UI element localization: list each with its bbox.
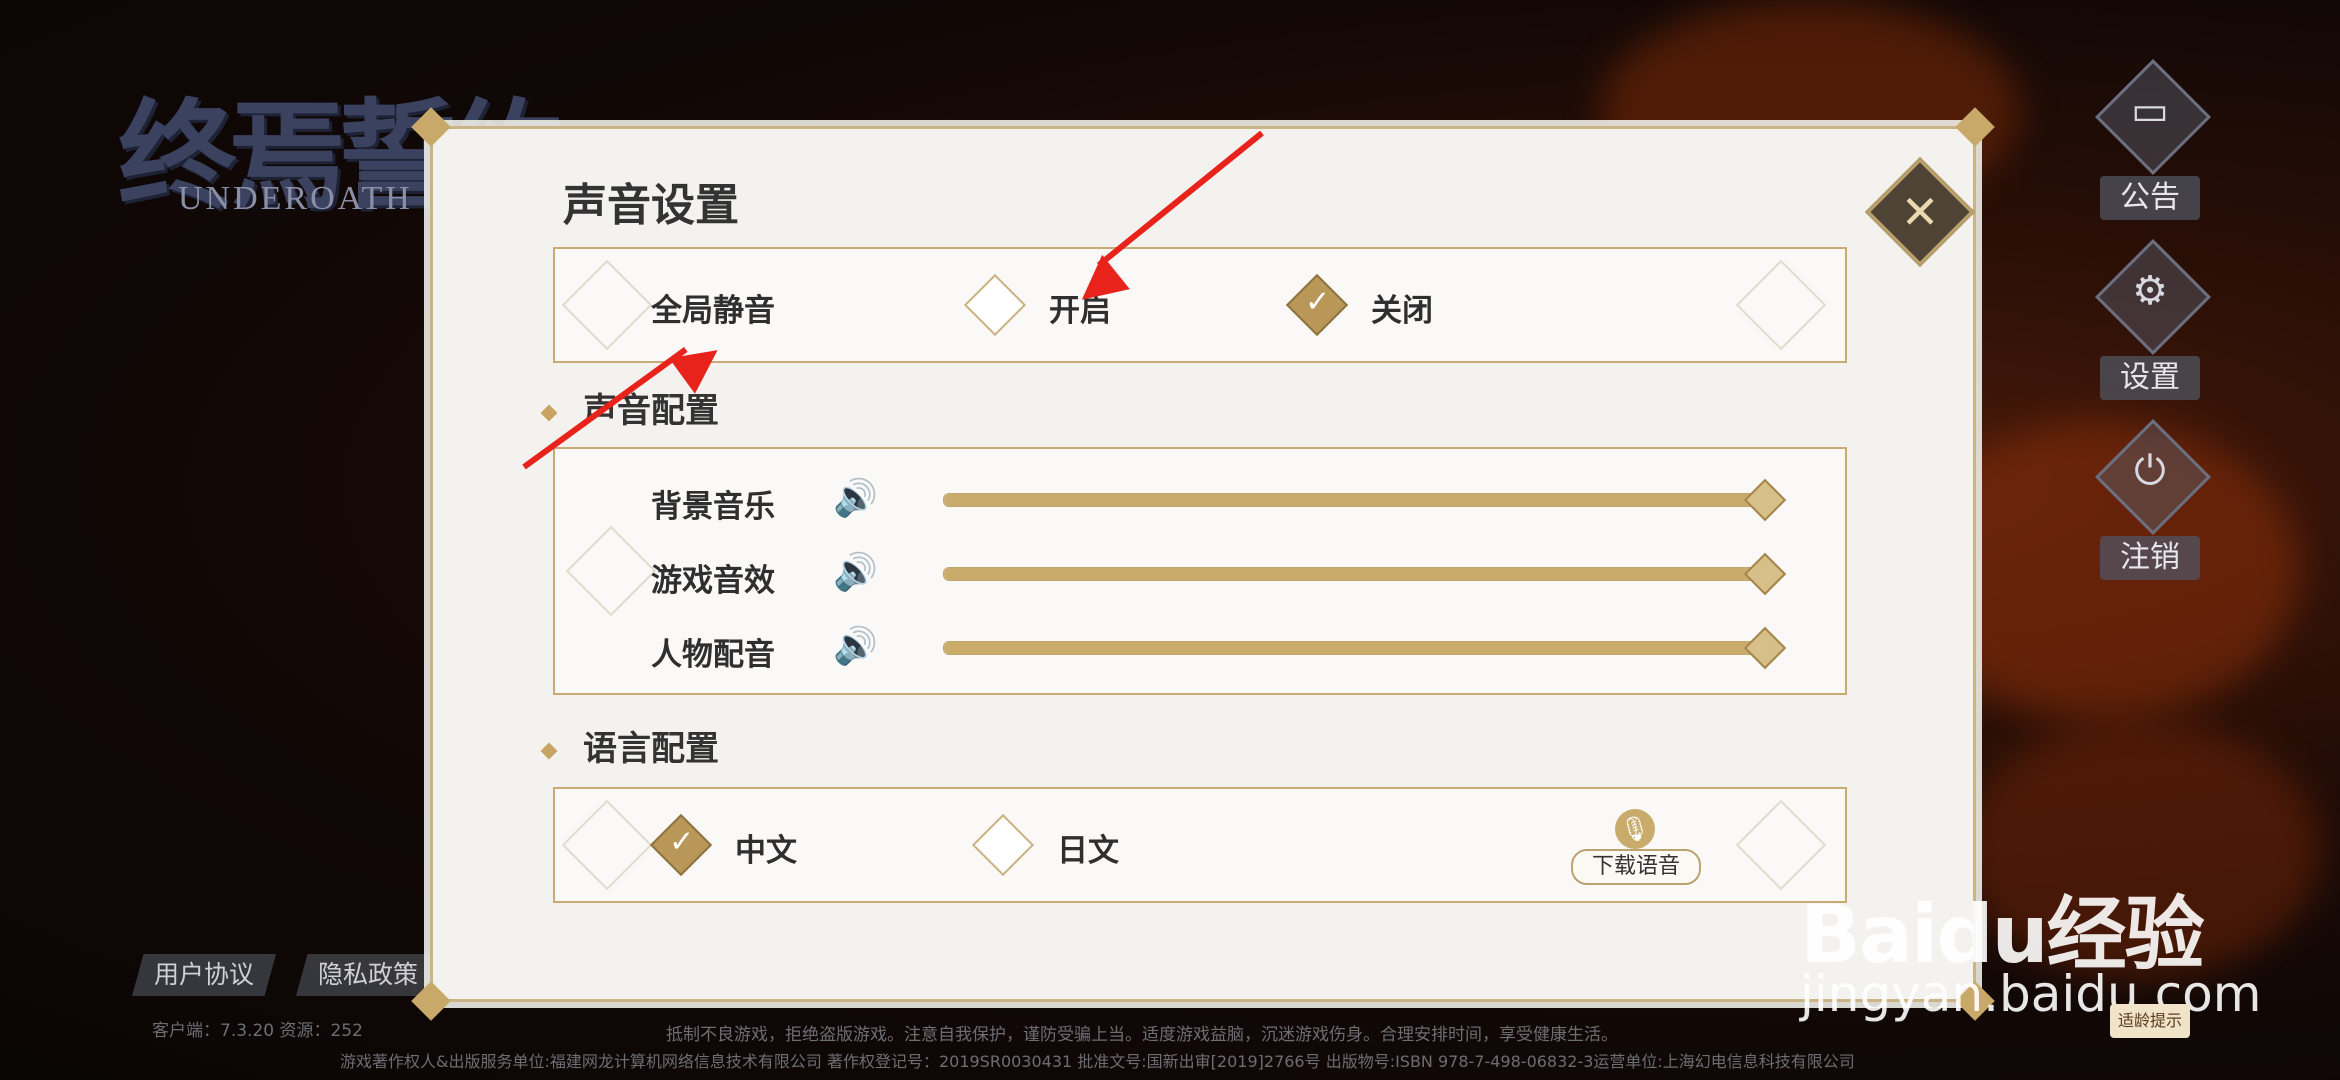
sound-volume-box: 背景音乐 🔊 游戏音效 🔊 人物配音 🔊 [553,447,1847,695]
global-mute-row: 全局静音 开启 关闭 [553,247,1847,363]
bullet-icon [540,404,558,422]
close-icon: ✕ [1900,185,1940,239]
decor-diamond [1735,259,1827,351]
microphone-icon: 🎙 [1615,809,1655,849]
settings-button[interactable]: ⚙ 设置 [2080,239,2220,400]
bullet-icon [540,742,558,760]
bgm-slider-knob[interactable] [1743,478,1787,522]
language-row: 中文 日文 🎙 下载语音 [553,787,1847,903]
logo-title-en: UNDEROATH [178,180,413,217]
chinese-label[interactable]: 中文 [735,825,797,870]
baidu-watermark-url: jingyan.baidu.com [1800,965,2262,1023]
sound-settings-panel: 声音设置 ✕ 全局静音 开启 关闭 声音配置 背景音乐 🔊 游戏音效 🔊 人物配… [411,107,1995,1021]
close-button[interactable]: ✕ [1864,156,1976,268]
download-voice-label: 下载语音 [1571,849,1701,885]
logout-button[interactable]: ⏻ 注销 [2080,419,2220,580]
bgm-slider-fill [944,494,1764,506]
notice-label: 公告 [2100,176,2200,220]
japanese-checkbox[interactable] [971,813,1035,877]
voice-slider-knob[interactable] [1743,626,1787,670]
privacy-policy-button[interactable]: 隐私政策 [296,954,441,996]
client-version: 客户端：7.3.20 资源：252 [152,1021,363,1041]
chinese-checkbox[interactable] [649,813,713,877]
age-rating-badge[interactable]: 适龄提示 [2110,1004,2190,1038]
speaker-icon[interactable]: 🔊 [833,479,878,519]
panel-title: 声音设置 [563,180,739,231]
notice-button[interactable]: ▭ 公告 [2080,59,2220,220]
speaker-icon[interactable]: 🔊 [833,553,878,593]
mute-off-label[interactable]: 关闭 [1371,285,1433,330]
sfx-label: 游戏音效 [651,563,775,599]
mute-off-checkbox[interactable] [1285,273,1349,337]
decor-diamond [565,525,657,617]
language-section-heading: 语言配置 [540,721,719,770]
voice-label: 人物配音 [651,637,775,673]
japanese-label[interactable]: 日文 [1057,825,1119,870]
download-voice-button[interactable]: 🎙 下载语音 [1571,809,1701,885]
logout-label: 注销 [2100,536,2200,580]
voice-slider-fill [944,642,1764,654]
decor-diamond [561,259,653,351]
global-mute-label: 全局静音 [651,293,775,329]
sfx-slider-knob[interactable] [1743,552,1787,596]
mute-on-checkbox[interactable] [963,273,1027,337]
health-notice: 抵制不良游戏，拒绝盗版游戏。注意自我保护，谨防受骗上当。适度游戏益脑，沉迷游戏伤… [666,1025,1618,1045]
bgm-label: 背景音乐 [651,489,775,525]
voice-slider[interactable] [943,626,1787,670]
sfx-slider[interactable] [943,552,1787,596]
copyright-line: 游戏著作权人&出版服务单位:福建网龙计算机网络信息技术有限公司 著作权登记号：2… [340,1052,1855,1071]
settings-label: 设置 [2100,356,2200,400]
bgm-slider[interactable] [943,478,1787,522]
sfx-slider-fill [944,568,1764,580]
user-agreement-button[interactable]: 用户协议 [132,954,277,996]
speaker-icon[interactable]: 🔊 [833,627,878,667]
decor-diamond [561,799,653,891]
